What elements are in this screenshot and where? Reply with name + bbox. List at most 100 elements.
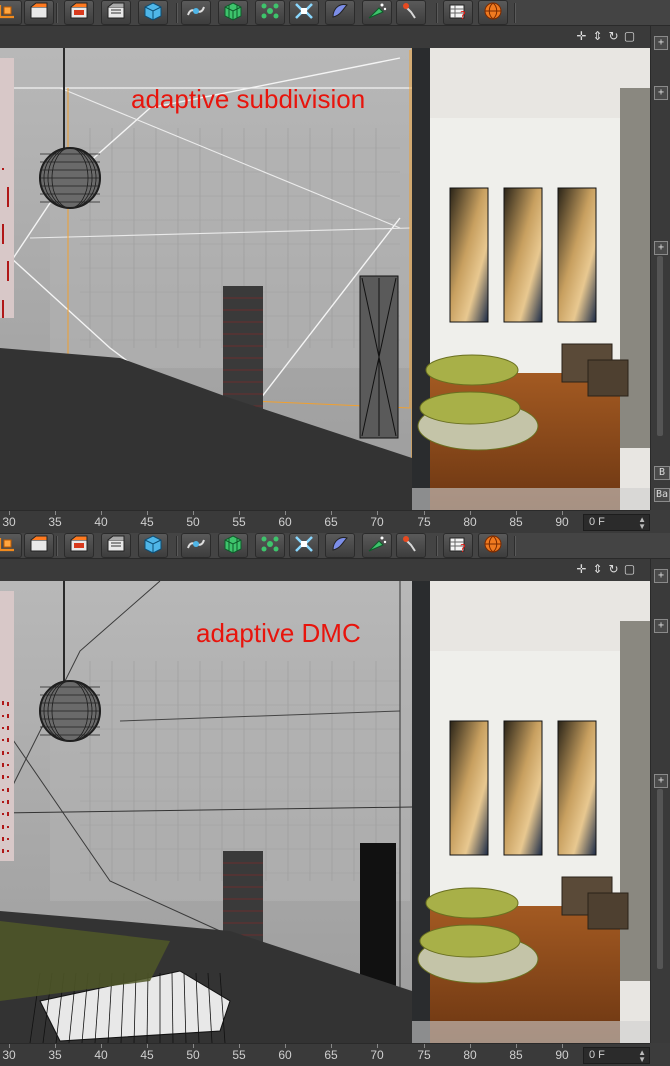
timeline-tick-label: 90 <box>555 1048 569 1062</box>
right-panel-strip: + + + <box>650 559 670 1043</box>
render-picture-viewer-icon <box>68 534 90 558</box>
timeline-tick-label: 35 <box>48 1048 62 1062</box>
tag-help-button[interactable]: ? <box>443 0 473 25</box>
timeline-tick-label: 65 <box>324 1048 338 1062</box>
spline-pen-button[interactable] <box>181 0 211 25</box>
current-frame-field[interactable]: 0 F ▲ ▼ <box>583 514 650 531</box>
scene-object-button[interactable] <box>325 0 355 25</box>
toolbar-separator <box>436 3 438 23</box>
cube-primitive-button[interactable] <box>138 0 168 25</box>
timeline-tick-label: 45 <box>140 515 154 529</box>
cloner-button[interactable] <box>255 0 285 25</box>
panel-scrollbar[interactable] <box>657 789 663 969</box>
toggle-view-icon[interactable]: ▢ <box>623 562 636 577</box>
viewport-header: ✛ ⇕ ↻ ▢ <box>0 26 650 48</box>
globe-button[interactable] <box>478 0 508 25</box>
particle-button[interactable] <box>362 0 392 25</box>
timeline-tick-label: 80 <box>463 515 477 529</box>
timeline-tick-label: 90 <box>555 515 569 529</box>
zoom-view-icon[interactable]: ⇕ <box>591 562 604 577</box>
cube-primitive-icon <box>142 534 164 558</box>
current-frame-value: 0 F <box>589 516 605 528</box>
globe-icon <box>482 1 504 25</box>
timeline-tick-label: 30 <box>2 1048 16 1062</box>
subdivision-surface-button[interactable] <box>218 533 248 558</box>
panel-scrollbar[interactable] <box>657 256 663 436</box>
render-picture-viewer-button[interactable] <box>64 0 94 25</box>
render-settings-button[interactable] <box>101 0 131 25</box>
particle-icon <box>366 534 388 558</box>
main-toolbar: ? <box>0 0 670 26</box>
deformer-icon <box>293 534 315 558</box>
timeline-tick-label: 35 <box>48 515 62 529</box>
deformer-button[interactable] <box>289 533 319 558</box>
panel-expand-button[interactable]: + <box>654 569 668 583</box>
render-settings-button[interactable] <box>101 533 131 558</box>
panel-expand-button[interactable]: + <box>654 619 668 633</box>
axis-icon <box>0 1 18 25</box>
viewport-bottom[interactable]: adaptive DMC <box>0 581 650 1043</box>
globe-button[interactable] <box>478 533 508 558</box>
axis-button[interactable] <box>0 0 22 25</box>
cube-primitive-button[interactable] <box>138 533 168 558</box>
rotate-view-icon[interactable]: ↻ <box>607 562 620 577</box>
tag-help-icon: ? <box>447 1 469 25</box>
viewport-header: ✛ ⇕ ↻ ▢ <box>0 559 650 581</box>
tag-help-button[interactable]: ? <box>443 533 473 558</box>
deformer-button[interactable] <box>289 0 319 25</box>
viewport-top[interactable]: adaptive subdivision <box>0 48 650 510</box>
cloner-icon <box>259 1 281 25</box>
subdivision-surface-button[interactable] <box>218 0 248 25</box>
panel-expand-button[interactable]: + <box>654 774 668 788</box>
subdivision-surface-icon <box>222 1 244 25</box>
timeline-tick-label: 70 <box>370 515 384 529</box>
timeline-tick-label: 45 <box>140 1048 154 1062</box>
axis-button[interactable] <box>0 533 22 558</box>
cloner-icon <box>259 534 281 558</box>
viewport-pane-top: ? ✛ ⇕ ↻ ▢ adaptive subdivision + + + B Ba 30 35 40 45 5… <box>0 0 670 533</box>
viewport-navigation: ✛ ⇕ ↻ ▢ <box>575 562 636 577</box>
camera-button[interactable] <box>396 0 426 25</box>
render-picture-viewer-icon <box>68 1 90 25</box>
timeline-tick-label: 40 <box>94 1048 108 1062</box>
panel-tab-label[interactable]: Ba <box>654 488 670 502</box>
timeline-tick-label: 50 <box>186 515 200 529</box>
toggle-view-icon[interactable]: ▢ <box>623 29 636 44</box>
panel-tab-label[interactable]: B <box>654 466 670 480</box>
rotate-view-icon[interactable]: ↻ <box>607 29 620 44</box>
timeline-tick-label: 55 <box>232 1048 246 1062</box>
deformer-icon <box>293 1 315 25</box>
timeline-tick-label: 80 <box>463 1048 477 1062</box>
cube-primitive-icon <box>142 1 164 25</box>
render-view-icon <box>28 1 50 25</box>
frame-stepper-icon[interactable]: ▲ ▼ <box>638 516 646 531</box>
panel-expand-button[interactable]: + <box>654 36 668 50</box>
scene-object-button[interactable] <box>325 533 355 558</box>
timeline-tick-label: 40 <box>94 515 108 529</box>
svg-text:?: ? <box>460 9 466 21</box>
panel-expand-button[interactable]: + <box>654 241 668 255</box>
main-toolbar: ? <box>0 533 670 559</box>
timeline-tick-label: 60 <box>278 515 292 529</box>
scene-object-icon <box>329 534 351 558</box>
timeline-tick-label: 65 <box>324 515 338 529</box>
panel-expand-button[interactable]: + <box>654 86 668 100</box>
cloner-button[interactable] <box>255 533 285 558</box>
move-view-icon[interactable]: ✛ <box>575 29 588 44</box>
timeline-tick-label: 50 <box>186 1048 200 1062</box>
timeline-ruler[interactable]: 30 35 40 45 50 55 60 65 70 75 80 85 90 0 F ▲ ▼ <box>0 1043 650 1066</box>
current-frame-value: 0 F <box>589 1049 605 1061</box>
timeline-ruler[interactable]: 30 35 40 45 50 55 60 65 70 75 80 85 90 0 F ▲ ▼ <box>0 510 650 533</box>
spline-pen-button[interactable] <box>181 533 211 558</box>
current-frame-field[interactable]: 0 F ▲ ▼ <box>583 1047 650 1064</box>
render-view-button[interactable] <box>24 533 54 558</box>
svg-text:?: ? <box>460 542 466 554</box>
move-view-icon[interactable]: ✛ <box>575 562 588 577</box>
zoom-view-icon[interactable]: ⇕ <box>591 29 604 44</box>
frame-stepper-icon[interactable]: ▲ ▼ <box>638 1049 646 1064</box>
particle-button[interactable] <box>362 533 392 558</box>
render-view-button[interactable] <box>24 0 54 25</box>
camera-icon <box>400 1 422 25</box>
camera-button[interactable] <box>396 533 426 558</box>
render-picture-viewer-button[interactable] <box>64 533 94 558</box>
